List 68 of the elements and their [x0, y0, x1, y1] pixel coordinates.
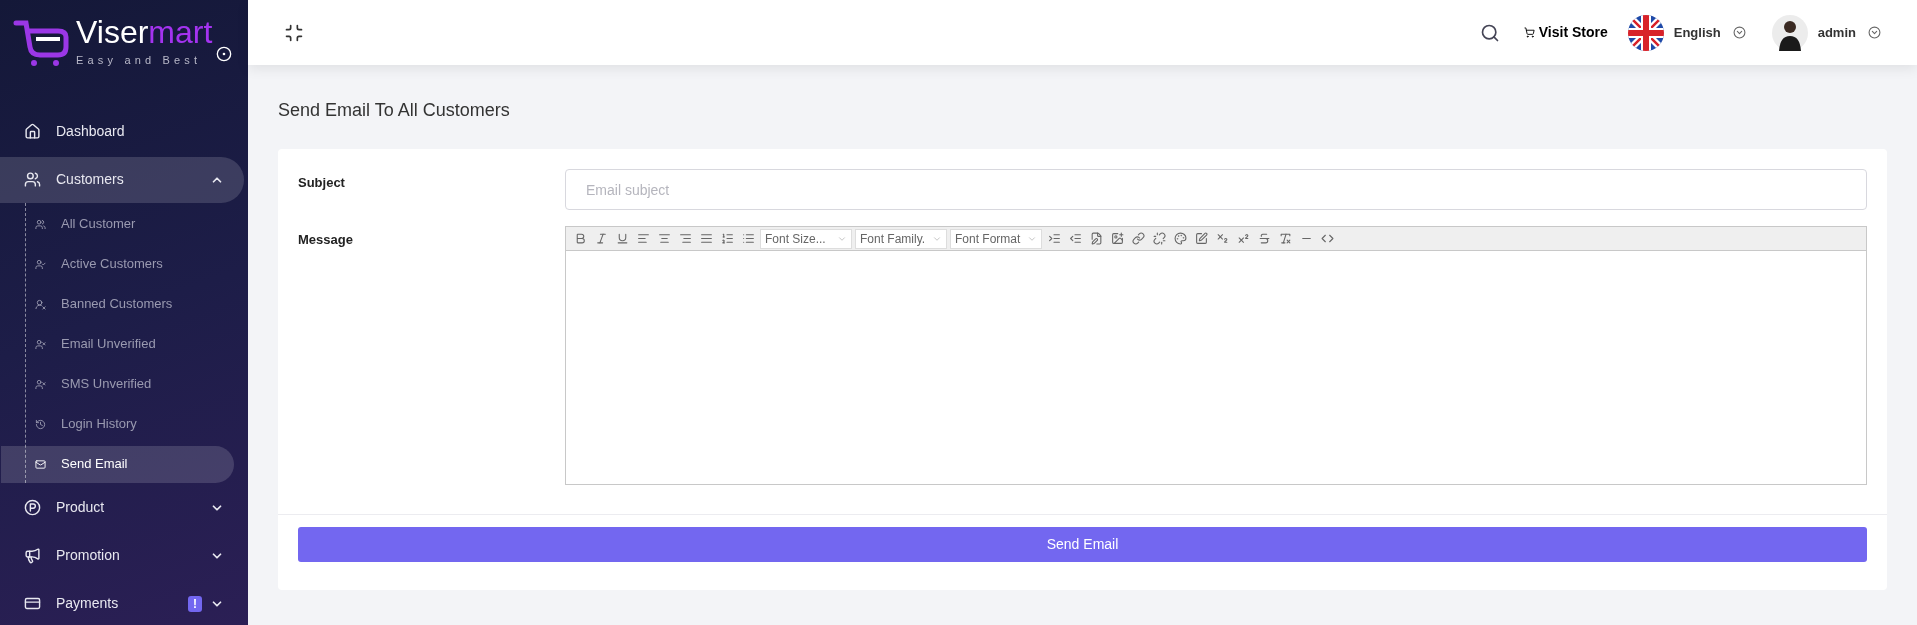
- uk-flag-icon: [1627, 14, 1664, 51]
- visit-store-link[interactable]: Visit Store: [1523, 22, 1608, 43]
- indent-icon: [1047, 232, 1061, 245]
- logo-text: mart: [148, 16, 213, 48]
- align-left-icon: [636, 232, 650, 245]
- logo-tagline: Easy and Best: [76, 53, 203, 68]
- sidebar-subitem[interactable]: Email Unverified: [1, 325, 234, 363]
- sidebar-subitem[interactable]: All Customer: [1, 205, 234, 243]
- code-icon: [1320, 232, 1334, 245]
- logo-text: Viser: [76, 16, 149, 48]
- underline-icon: [615, 232, 629, 245]
- editor-select[interactable]: Font Size...: [760, 228, 852, 249]
- language-dropdown[interactable]: English: [1673, 22, 1746, 43]
- field-label: Subject: [298, 174, 346, 192]
- users-icon: [35, 218, 46, 230]
- editor-select[interactable]: Font Format: [950, 228, 1042, 249]
- sidebar-item[interactable]: Promotion: [0, 532, 244, 579]
- edit-file-icon: [1089, 232, 1103, 245]
- search-icon[interactable]: [1479, 22, 1500, 43]
- field-label: Message: [298, 231, 354, 249]
- avatar-icon: [1771, 14, 1808, 51]
- chevron-down-icon: [1868, 26, 1881, 39]
- sidebar-item[interactable]: Customers: [0, 156, 244, 203]
- alert-badge: !: [188, 595, 202, 612]
- cart-icon: [1523, 27, 1535, 38]
- mail-icon: [35, 458, 46, 470]
- user-ban-icon: [35, 298, 46, 310]
- sidebar-item[interactable]: Dashboard: [0, 108, 244, 155]
- sidebar-subitem[interactable]: SMS Unverified: [1, 365, 234, 403]
- edit-icon: [1194, 232, 1208, 245]
- parking-icon: [24, 499, 41, 516]
- palette-icon: [1173, 232, 1187, 245]
- sidebar-item[interactable]: Product: [0, 484, 244, 531]
- sidebar-subitem[interactable]: Banned Customers: [1, 285, 234, 323]
- unlink-icon: [1152, 232, 1166, 245]
- history-icon: [35, 418, 46, 430]
- user-x-icon: [35, 338, 46, 350]
- users-icon: [24, 171, 41, 188]
- align-justify-icon: [699, 232, 713, 245]
- sidebar-subitem[interactable]: Active Customers: [1, 245, 234, 283]
- ordered-list-icon: [720, 232, 734, 245]
- user-check-icon: [35, 258, 46, 270]
- sidebar-subitem[interactable]: Login History: [1, 405, 234, 443]
- home-icon: [24, 123, 41, 140]
- sidebar-subitem[interactable]: Send Email: [1, 445, 234, 483]
- page-title: Send Email To All Customers: [278, 99, 511, 122]
- chevron-down-icon: [1732, 26, 1746, 39]
- bullet-list-icon: [741, 232, 755, 245]
- align-right-icon: [678, 232, 692, 245]
- outdent-icon: [1068, 232, 1082, 245]
- subject-field[interactable]: Email subject: [565, 169, 1867, 210]
- subscript-icon: [1215, 232, 1229, 245]
- editor-select[interactable]: Font Family.: [855, 228, 947, 249]
- collapse-icon[interactable]: [284, 22, 304, 43]
- radio-dot-icon[interactable]: [216, 46, 233, 63]
- italic-icon: [594, 232, 608, 245]
- send-email-button[interactable]: Send Email: [298, 527, 1867, 562]
- remove-format-icon: [1278, 232, 1292, 245]
- link-icon: [1131, 232, 1145, 245]
- align-center-icon: [657, 232, 671, 245]
- sidebar-item[interactable]: Payments !: [0, 580, 244, 625]
- megaphone-icon: [24, 547, 41, 564]
- user-menu[interactable]: admin: [1817, 22, 1881, 43]
- image-icon: [1110, 232, 1124, 245]
- strikethrough-icon: [1257, 232, 1271, 245]
- card-icon: [24, 595, 41, 612]
- superscript-icon: [1236, 232, 1250, 245]
- user-x-icon: [35, 378, 46, 390]
